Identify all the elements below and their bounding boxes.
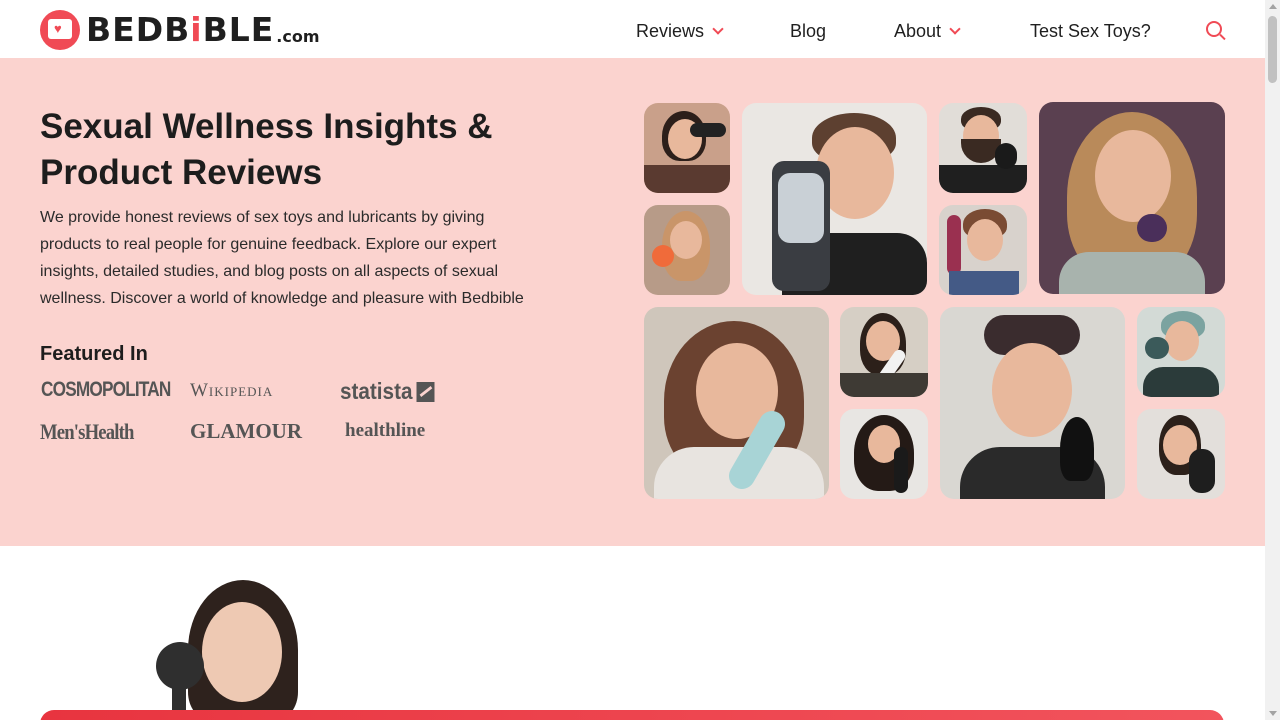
tester-photo: [1137, 409, 1225, 499]
scroll-thumb[interactable]: [1268, 16, 1277, 83]
chevron-down-icon: [712, 23, 724, 35]
scroll-up-arrow-icon[interactable]: [1269, 4, 1277, 9]
tester-photo: [1039, 102, 1225, 294]
hero-section: Sexual Wellness Insights & Product Revie…: [0, 58, 1265, 546]
tester-portrait: [150, 580, 310, 720]
tester-photo: [742, 103, 927, 295]
logo-icon: ♥: [40, 10, 80, 50]
featured-in-heading: Featured In: [40, 343, 148, 365]
tester-photo: [1137, 307, 1225, 397]
nav-item-label: Blog: [790, 21, 827, 41]
nav-item-about[interactable]: About: [894, 21, 961, 42]
tester-photo: [840, 307, 928, 397]
nav-item-reviews[interactable]: Reviews: [636, 21, 724, 42]
site-header: ♥ BEDBiBLE .com Reviews Blog About Test …: [0, 0, 1265, 58]
nav-item-test-sex-toys[interactable]: Test Sex Toys?: [1030, 21, 1151, 42]
statista-logo: statista: [340, 378, 435, 405]
tester-photo: [939, 103, 1027, 193]
healthline-logo: healthline: [345, 420, 426, 441]
hero-title: Sexual Wellness Insights & Product Revie…: [40, 107, 493, 192]
wikipedia-logo: Wikipedia: [190, 380, 274, 401]
nav-item-blog[interactable]: Blog: [790, 21, 826, 42]
scroll-down-arrow-icon[interactable]: [1269, 711, 1277, 716]
tester-photo: [644, 205, 730, 295]
cosmopolitan-logo: COSMOPOLITAN: [41, 378, 171, 401]
tester-photo: [840, 409, 928, 499]
nav-item-label: About: [894, 21, 942, 41]
logo-wordmark: BEDBiBLE: [86, 10, 275, 49]
tester-photo: [940, 307, 1125, 499]
chevron-down-icon: [949, 23, 961, 35]
tester-photo: [939, 205, 1027, 295]
hero-description: We provide honest reviews of sex toys an…: [40, 209, 524, 307]
tester-photo: [644, 103, 730, 193]
nav-item-label: Reviews: [636, 21, 705, 41]
glamour-logo: GLAMOUR: [190, 419, 302, 443]
cta-banner: [40, 710, 1224, 720]
nav-item-label: Test Sex Toys?: [1030, 21, 1151, 41]
logo[interactable]: ♥ BEDBiBLE .com: [40, 10, 320, 50]
search-icon[interactable]: [1206, 21, 1226, 41]
mens-health-logo: Men'sHealth: [40, 419, 134, 444]
page-scrollbar[interactable]: [1265, 0, 1280, 720]
logo-suffix: .com: [276, 26, 320, 46]
tester-photo: [644, 307, 829, 499]
